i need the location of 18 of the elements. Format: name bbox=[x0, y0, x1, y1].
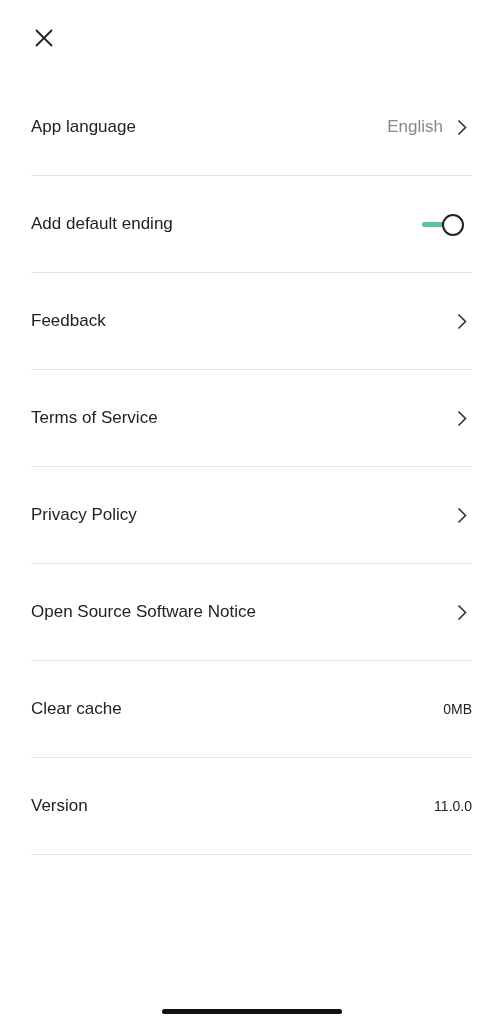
setting-label: Open Source Software Notice bbox=[31, 602, 257, 622]
setting-label: Feedback bbox=[31, 311, 107, 331]
setting-label: Terms of Service bbox=[31, 408, 159, 428]
setting-value: 0MB bbox=[443, 701, 472, 717]
chevron-right-icon[interactable] bbox=[457, 312, 467, 330]
setting-label: Privacy Policy bbox=[31, 505, 138, 525]
setting-label: Clear cache bbox=[31, 699, 123, 719]
chevron-right-icon[interactable] bbox=[457, 409, 467, 427]
setting-label: Version bbox=[31, 796, 89, 816]
chevron-right-icon[interactable] bbox=[457, 118, 467, 136]
chevron-right-icon[interactable] bbox=[457, 506, 467, 524]
setting-label: App language bbox=[31, 117, 137, 137]
chevron-right-icon[interactable] bbox=[457, 603, 467, 621]
setting-value: English bbox=[387, 117, 443, 137]
toggle-switch[interactable] bbox=[422, 212, 464, 236]
setting-label: Add default ending bbox=[31, 214, 174, 234]
setting-value: 11.0.0 bbox=[434, 798, 472, 814]
close-icon[interactable] bbox=[34, 28, 54, 48]
